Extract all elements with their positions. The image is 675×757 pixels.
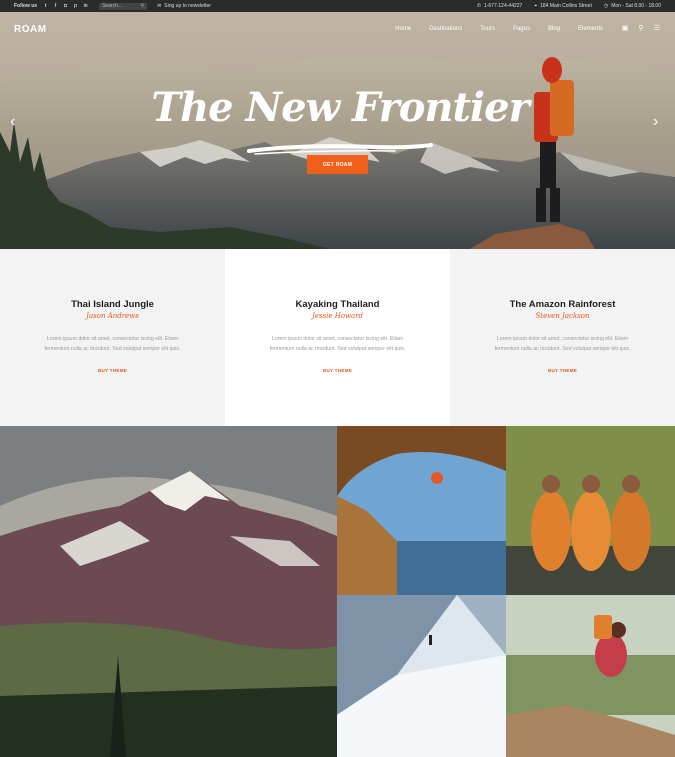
newsletter-label: Sing up to newsletter xyxy=(164,3,211,9)
title-underline-swash xyxy=(247,143,433,155)
buy-theme-link[interactable]: BUY THEME xyxy=(98,368,127,373)
gallery-image-climber[interactable] xyxy=(337,426,506,595)
nav-item-pages[interactable]: Pages xyxy=(513,26,530,32)
newsletter-link[interactable]: ✉ Sing up to newsletter xyxy=(157,3,211,9)
search-icon[interactable]: ⚲ xyxy=(140,3,144,9)
phone-number: 1-677-124-44227 xyxy=(483,3,523,9)
address-text: 184 Main Collins Street xyxy=(540,3,592,9)
hero-title: The New Frontier xyxy=(151,84,529,131)
buy-theme-link[interactable]: BUY THEME xyxy=(323,368,352,373)
card-author: Steven Jackson xyxy=(535,312,590,320)
card-title[interactable]: Kayaking Thailand xyxy=(225,299,450,310)
top-bar: Follow us t f ◘ p in Search... ⚲ ✉ Sing … xyxy=(0,0,675,12)
menu-icon[interactable]: ☰ xyxy=(653,25,661,33)
search-placeholder: Search... xyxy=(102,3,123,9)
address-info: ⌖ 184 Main Collins Street xyxy=(534,3,592,9)
follow-label: Follow us xyxy=(14,3,38,9)
cart-icon[interactable]: ▣ xyxy=(621,25,629,33)
hours-info: ◷ Mon - Sat 8.00 - 18.00 xyxy=(604,3,661,9)
gallery-image-snow-ridge[interactable] xyxy=(337,595,506,757)
card-kayaking-thailand: Kayaking Thailand Jessie Howard Lorem ip… xyxy=(225,249,450,426)
search-input[interactable]: Search... ⚲ xyxy=(99,2,148,10)
gallery-image-mountain[interactable] xyxy=(0,426,337,757)
instagram-icon[interactable]: ◘ xyxy=(63,3,68,9)
slider-next-arrow-icon[interactable]: › xyxy=(653,114,658,130)
twitter-icon[interactable]: t xyxy=(43,3,48,9)
card-title[interactable]: The Amazon Rainforest xyxy=(450,299,675,310)
card-text: Lorem ipsum dolor sit amet, consectetur … xyxy=(494,336,631,352)
search-icon[interactable]: ⚲ xyxy=(637,25,645,33)
facebook-icon[interactable]: f xyxy=(53,3,58,9)
nav-item-destinations[interactable]: Destinations xyxy=(429,26,462,32)
card-thai-island-jungle: Thai Island Jungle Jason Andrews Lorem i… xyxy=(0,249,225,426)
gallery-image-monks[interactable] xyxy=(506,426,675,595)
phone-icon: ✆ xyxy=(476,3,481,9)
nav-item-blog[interactable]: Blog xyxy=(548,26,560,32)
card-author: Jessie Howard xyxy=(311,312,364,320)
clock-icon: ◷ xyxy=(603,3,609,9)
card-text: Lorem ipsum dolor sit amet, consectetur … xyxy=(44,336,181,352)
mail-icon: ✉ xyxy=(157,3,162,9)
nav-item-elements[interactable]: Elements xyxy=(578,26,603,32)
nav-item-tours[interactable]: Tours xyxy=(480,26,495,32)
get-roam-button[interactable]: GET ROAM xyxy=(307,155,368,174)
nav-item-home[interactable]: Home xyxy=(395,26,411,32)
pinterest-icon[interactable]: p xyxy=(73,3,78,9)
photo-gallery xyxy=(0,426,675,757)
buy-theme-link[interactable]: BUY THEME xyxy=(548,368,577,373)
site-logo[interactable]: ROAM xyxy=(14,24,47,35)
main-nav: ROAM Home Destinations Tours Pages Blog … xyxy=(0,12,675,46)
slider-prev-arrow-icon[interactable]: ‹ xyxy=(10,114,15,130)
linkedin-icon[interactable]: in xyxy=(83,3,88,9)
card-author: Jason Andrews xyxy=(86,312,139,320)
location-pin-icon: ⌖ xyxy=(534,3,538,9)
hours-text: Mon - Sat 8.00 - 18.00 xyxy=(611,3,661,9)
hero-banner: ROAM Home Destinations Tours Pages Blog … xyxy=(0,12,675,249)
feature-cards: Thai Island Jungle Jason Andrews Lorem i… xyxy=(0,249,675,426)
card-title[interactable]: Thai Island Jungle xyxy=(0,299,225,310)
card-text: Lorem ipsum dolor sit amet, consectetur … xyxy=(269,336,406,352)
gallery-image-hiker-cliff[interactable] xyxy=(506,595,675,757)
card-amazon-rainforest: The Amazon Rainforest Steven Jackson Lor… xyxy=(450,249,675,426)
phone-info: ✆ 1-677-124-44227 xyxy=(477,3,523,9)
